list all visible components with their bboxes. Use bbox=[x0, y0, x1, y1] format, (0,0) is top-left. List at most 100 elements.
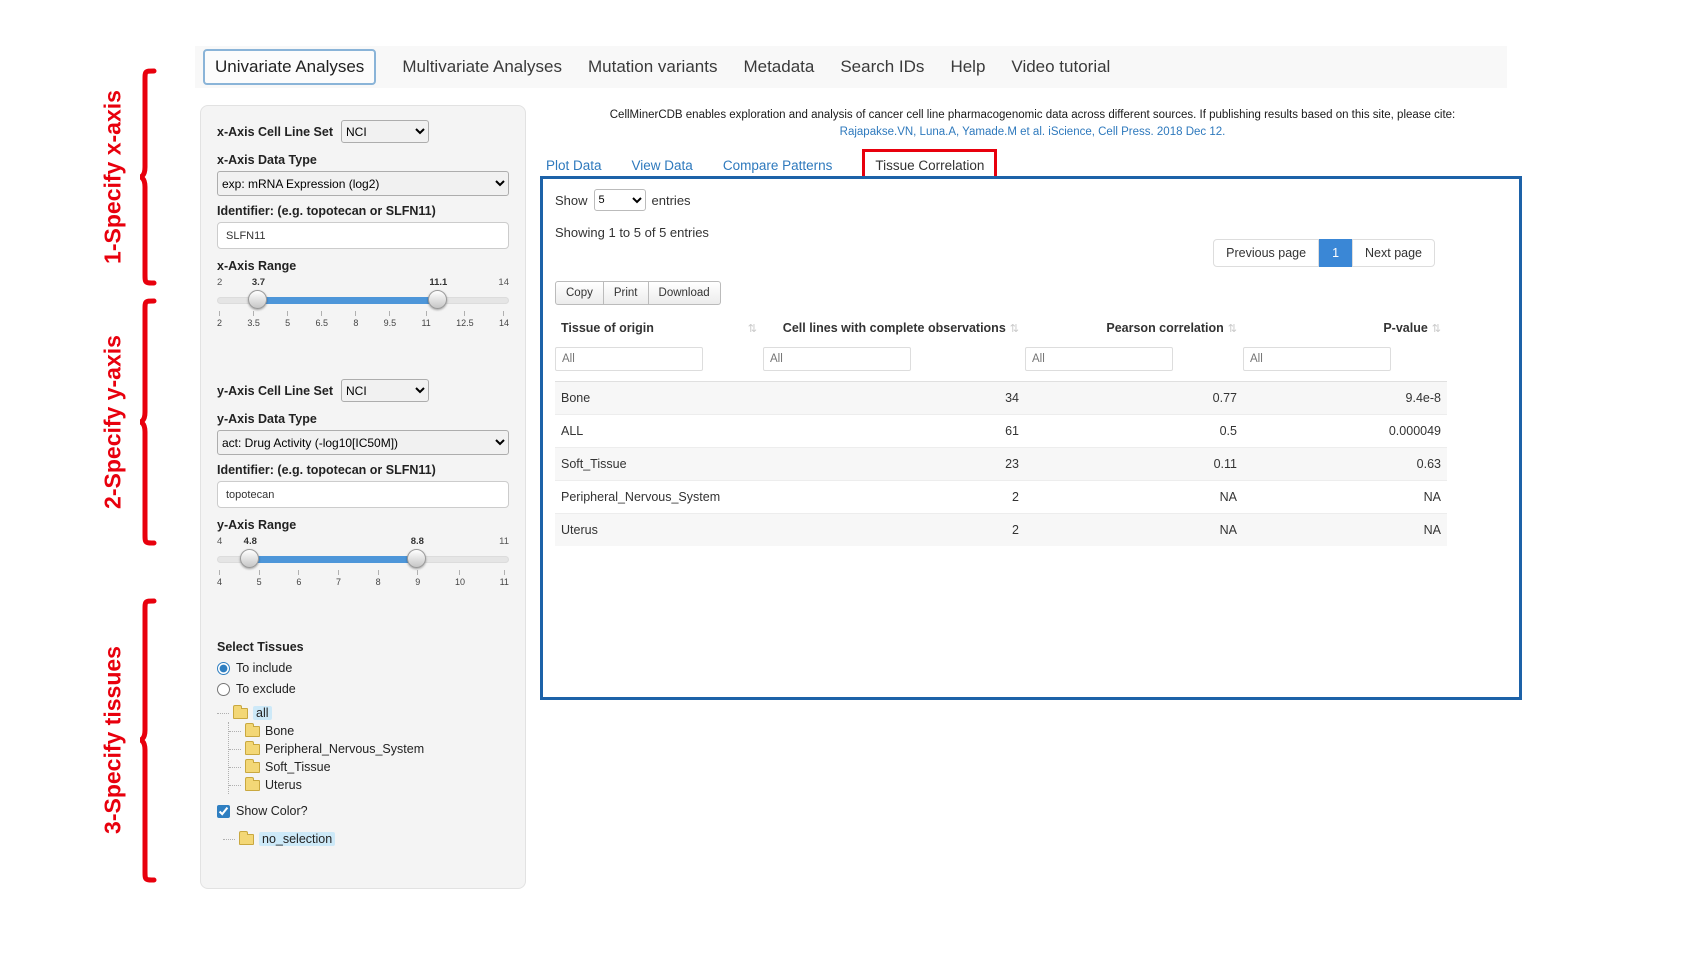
step3-bracket-icon bbox=[138, 598, 158, 883]
column-header-p-value[interactable]: P-value⇅ bbox=[1243, 313, 1447, 343]
nav-tab-search-ids[interactable]: Search IDs bbox=[840, 57, 924, 77]
next-page-button[interactable]: Next page bbox=[1352, 239, 1435, 267]
tissue-tree: all Bone Peripheral_Nervous_System Soft_… bbox=[217, 704, 509, 794]
tissues-exclude-radio[interactable] bbox=[217, 683, 230, 696]
nav-tab-mutation-variants[interactable]: Mutation variants bbox=[588, 57, 717, 77]
y-slider-active-range bbox=[250, 556, 417, 563]
citation-line1: CellMinerCDB enables exploration and ana… bbox=[545, 107, 1520, 124]
x-slider-active-range bbox=[258, 297, 438, 304]
column-header-pearson-correlation[interactable]: Pearson correlation⇅ bbox=[1025, 313, 1243, 343]
filter-cell-lines-input[interactable] bbox=[763, 347, 911, 371]
show-color-option[interactable]: Show Color? bbox=[217, 804, 509, 818]
show-entries-control: Show 5 entries bbox=[555, 189, 691, 211]
tree-node-uterus-label: Uterus bbox=[265, 778, 302, 792]
tree-node-soft-tissue[interactable]: Soft_Tissue bbox=[229, 758, 509, 776]
y-axis-range-label: y-Axis Range bbox=[217, 518, 509, 532]
x-range-from: 3.7 bbox=[252, 277, 265, 288]
copy-button[interactable]: Copy bbox=[555, 281, 604, 305]
show-color-label: Show Color? bbox=[236, 804, 308, 818]
table-row[interactable]: Peripheral_Nervous_System 2 NA NA bbox=[555, 481, 1447, 514]
table-row[interactable]: Bone 34 0.77 9.4e-8 bbox=[555, 382, 1447, 415]
sort-icon[interactable]: ⇅ bbox=[1228, 323, 1237, 335]
tree-node-all-label: all bbox=[253, 706, 272, 720]
x-slider-handle-high[interactable] bbox=[428, 290, 447, 309]
x-slider-handle-low[interactable] bbox=[248, 290, 267, 309]
tab-plot-data[interactable]: Plot Data bbox=[546, 158, 602, 173]
filter-p-value-input[interactable] bbox=[1243, 347, 1391, 371]
tree-node-no-selection[interactable]: no_selection bbox=[223, 830, 509, 848]
show-color-checkbox[interactable] bbox=[217, 805, 230, 818]
pagination: Previous page 1 Next page bbox=[1213, 239, 1435, 267]
folder-icon bbox=[245, 726, 260, 737]
citation-link[interactable]: Rajapakse.VN, Luna.A, Yamade.M et al. iS… bbox=[545, 124, 1520, 141]
sort-icon[interactable]: ⇅ bbox=[748, 322, 757, 335]
column-header-cell-lines[interactable]: Cell lines with complete observations⇅ bbox=[763, 313, 1025, 343]
print-button[interactable]: Print bbox=[604, 281, 649, 305]
table-row[interactable]: Uterus 2 NA NA bbox=[555, 514, 1447, 547]
x-axis-range-slider[interactable]: 2 3.7 11.1 14 2 3.5 5 6.5 8 9.5 11 12.5 … bbox=[217, 277, 509, 337]
export-button-group: Copy Print Download bbox=[555, 281, 721, 305]
x-axis-identifier-input[interactable] bbox=[217, 222, 509, 249]
tree-node-all[interactable]: all bbox=[217, 704, 509, 722]
sort-icon[interactable]: ⇅ bbox=[1432, 323, 1441, 335]
page-number-button[interactable]: 1 bbox=[1319, 239, 1352, 267]
selection-tree: no_selection bbox=[223, 830, 509, 848]
x-axis-range-label: x-Axis Range bbox=[217, 259, 509, 273]
x-axis-cell-line-set-label: x-Axis Cell Line Set bbox=[217, 125, 333, 139]
nav-tab-metadata[interactable]: Metadata bbox=[743, 57, 814, 77]
table-row[interactable]: Soft_Tissue 23 0.11 0.63 bbox=[555, 448, 1447, 481]
folder-icon bbox=[245, 762, 260, 773]
nav-tab-help[interactable]: Help bbox=[950, 57, 985, 77]
tree-node-peripheral-nervous-system[interactable]: Peripheral_Nervous_System bbox=[229, 740, 509, 758]
y-range-to: 8.8 bbox=[411, 536, 424, 547]
tissue-correlation-panel: Show 5 entries Showing 1 to 5 of 5 entri… bbox=[540, 176, 1522, 700]
y-axis-data-type-label: y-Axis Data Type bbox=[217, 412, 509, 426]
y-axis-cell-line-set-select[interactable]: NCI bbox=[341, 379, 429, 402]
correlation-table: Tissue of origin ⇅ Cell lines with compl… bbox=[555, 313, 1447, 546]
select-tissues-title: Select Tissues bbox=[217, 640, 509, 654]
tissues-exclude-label: To exclude bbox=[236, 682, 296, 696]
tissues-include-radio[interactable] bbox=[217, 662, 230, 675]
folder-icon bbox=[245, 744, 260, 755]
y-slider-ticks: 4 5 6 7 8 9 10 11 bbox=[217, 570, 509, 587]
y-range-max: 11 bbox=[499, 536, 509, 547]
tree-node-no-selection-label: no_selection bbox=[259, 832, 335, 846]
table-row[interactable]: ALL 61 0.5 0.000049 bbox=[555, 415, 1447, 448]
tab-compare-patterns[interactable]: Compare Patterns bbox=[723, 158, 833, 173]
table-header-row: Tissue of origin ⇅ Cell lines with compl… bbox=[555, 313, 1447, 343]
tree-node-pns-label: Peripheral_Nervous_System bbox=[265, 742, 424, 756]
nav-tab-video-tutorial[interactable]: Video tutorial bbox=[1011, 57, 1110, 77]
nav-tab-multivariate-analyses[interactable]: Multivariate Analyses bbox=[402, 57, 562, 77]
step2-label: 2-Specify y-axis bbox=[100, 272, 127, 572]
y-axis-data-type-select[interactable]: act: Drug Activity (-log10[IC50M]) bbox=[217, 430, 509, 455]
tissues-exclude-option[interactable]: To exclude bbox=[217, 682, 509, 696]
filter-pearson-input[interactable] bbox=[1025, 347, 1173, 371]
x-axis-data-type-select[interactable]: exp: mRNA Expression (log2) bbox=[217, 171, 509, 196]
download-button[interactable]: Download bbox=[649, 281, 721, 305]
y-slider-handle-low[interactable] bbox=[240, 549, 259, 568]
tree-node-uterus[interactable]: Uterus bbox=[229, 776, 509, 794]
x-axis-cell-line-set-select[interactable]: NCI bbox=[341, 120, 429, 143]
y-axis-identifier-input[interactable] bbox=[217, 481, 509, 508]
previous-page-button[interactable]: Previous page bbox=[1213, 239, 1319, 267]
showing-entries-text: Showing 1 to 5 of 5 entries bbox=[555, 225, 709, 240]
step3-label: 3-Specify tissues bbox=[100, 590, 127, 890]
x-slider-ticks: 2 3.5 5 6.5 8 9.5 11 12.5 14 bbox=[217, 311, 509, 328]
y-range-from: 4.8 bbox=[244, 536, 257, 547]
column-header-tissue-of-origin[interactable]: Tissue of origin ⇅ bbox=[555, 313, 763, 343]
y-slider-handle-high[interactable] bbox=[407, 549, 426, 568]
nav-tab-univariate-analyses[interactable]: Univariate Analyses bbox=[203, 49, 376, 85]
y-axis-range-slider[interactable]: 4 4.8 8.8 11 4 5 6 7 8 9 10 11 bbox=[217, 536, 509, 596]
y-axis-cell-line-set-label: y-Axis Cell Line Set bbox=[217, 384, 333, 398]
tree-node-bone[interactable]: Bone bbox=[229, 722, 509, 740]
entries-count-select[interactable]: 5 bbox=[594, 189, 646, 211]
table-filter-row bbox=[555, 343, 1447, 382]
filter-tissue-input[interactable] bbox=[555, 347, 703, 371]
step1-bracket-icon bbox=[138, 68, 158, 286]
tissues-include-option[interactable]: To include bbox=[217, 661, 509, 675]
y-range-min: 4 bbox=[217, 536, 222, 547]
x-range-max: 14 bbox=[498, 277, 509, 288]
folder-icon bbox=[239, 834, 254, 845]
tab-view-data[interactable]: View Data bbox=[632, 158, 693, 173]
sort-icon[interactable]: ⇅ bbox=[1010, 323, 1019, 335]
